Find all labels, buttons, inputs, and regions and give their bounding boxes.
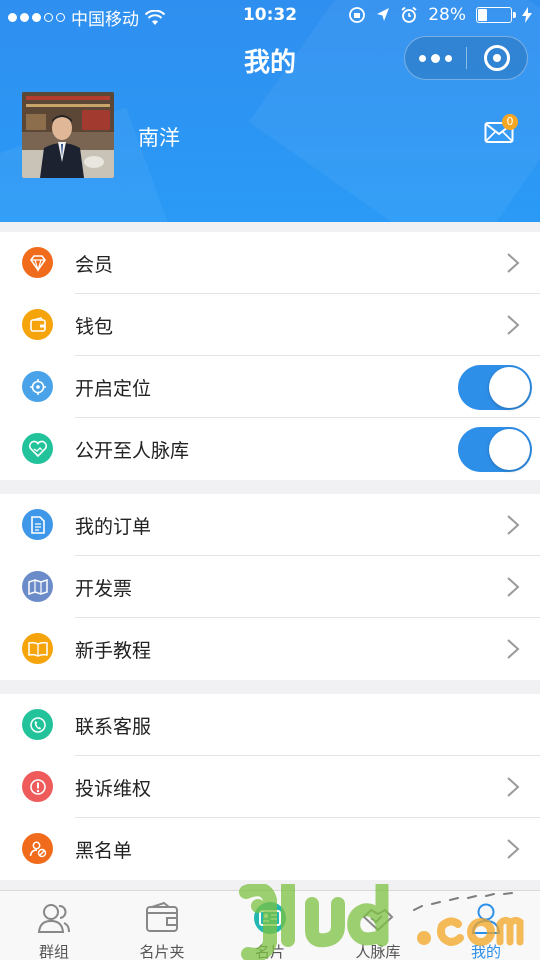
menu-item-label: 钱包 [75,316,114,338]
menu-item-label: 投诉维权 [75,778,152,800]
card-icon [254,902,286,934]
menu-group-services: 我的订单 开发票 新手教程 [0,494,540,680]
group-icon [37,904,70,933]
tab-card-holder[interactable]: 名片夹 [108,891,216,960]
tab-label: 人脉库 [355,943,401,960]
tab-label: 名片夹 [139,943,185,960]
public-network-toggle[interactable] [458,427,532,472]
menu-item-label: 联系客服 [75,716,152,738]
location-icon [22,371,53,402]
alert-icon [22,771,53,802]
menu-item-label: 公开至人脉库 [75,440,190,462]
invoice-map-icon [22,571,53,602]
tab-contacts[interactable]: 人脉库 [324,891,432,960]
card-holder-icon [146,901,178,932]
alarm-icon [401,6,417,23]
battery-percent: 28% [428,5,466,25]
menu-item-customer-service[interactable]: 联系客服 [0,694,540,756]
tab-label: 群组 [38,943,69,960]
menu-item-label: 新手教程 [75,640,152,662]
charging-icon [522,7,532,23]
menu-item-public-network: 公开至人脉库 [0,418,540,480]
phone-icon [22,709,53,740]
tab-group[interactable]: 群组 [0,891,108,960]
menu-item-label: 开启定位 [75,378,152,400]
tab-mine[interactable]: 我的 [432,891,540,960]
menu-group-support: 联系客服 投诉维权 黑名单 [0,694,540,880]
tab-bar: 群组 名片夹 名片 人脉库 我的 [0,890,540,960]
block-user-icon [22,833,53,864]
chevron-right-icon [507,639,520,659]
diamond-icon [22,247,53,278]
document-icon [22,509,53,540]
handshake-heart-icon [22,433,53,464]
chevron-right-icon [507,777,520,797]
menu-item-blacklist[interactable]: 黑名单 [0,818,540,880]
miniprogram-capsule [404,36,528,80]
menu-group-account: 会员 钱包 开启定位 公开至人脉库 [0,232,540,480]
username: 南洋 [138,126,180,150]
chevron-right-icon [507,839,520,859]
battery-icon [476,7,516,23]
header-decoration [248,0,540,222]
user-icon [471,903,501,934]
chevron-right-icon [507,577,520,597]
tab-label: 名片 [254,943,285,960]
menu-item-label: 开发票 [75,578,133,600]
menu-item-member[interactable]: 会员 [0,232,540,294]
menu-item-label: 我的订单 [75,516,152,538]
menu-item-tutorial[interactable]: 新手教程 [0,618,540,680]
tab-card[interactable]: 名片 [216,891,324,960]
status-bar: 中国移动 10:32 28% [0,0,540,32]
avatar-photo [22,92,114,178]
profile-header: 中国移动 10:32 28% 我的 南洋 0 [0,0,540,222]
message-count-badge: 0 [502,114,518,130]
rotation-lock-icon [349,7,366,23]
location-arrow-icon [377,8,390,21]
contacts-icon [362,908,394,932]
menu-item-complaint[interactable]: 投诉维权 [0,756,540,818]
menu-item-location: 开启定位 [0,356,540,418]
book-icon [22,633,53,664]
menu-item-invoice[interactable]: 开发票 [0,556,540,618]
menu-item-orders[interactable]: 我的订单 [0,494,540,556]
chevron-right-icon [507,515,520,535]
chevron-right-icon [507,315,520,335]
close-miniprogram-button[interactable] [467,37,528,79]
menu-item-label: 黑名单 [75,840,133,862]
avatar[interactable] [22,92,114,178]
menu-item-wallet[interactable]: 钱包 [0,294,540,356]
tab-label: 我的 [470,943,501,960]
more-menu-button[interactable] [405,37,466,79]
wallet-icon [22,309,53,340]
chevron-right-icon [507,253,520,273]
menu-item-label: 会员 [75,254,114,276]
location-toggle[interactable] [458,365,532,410]
